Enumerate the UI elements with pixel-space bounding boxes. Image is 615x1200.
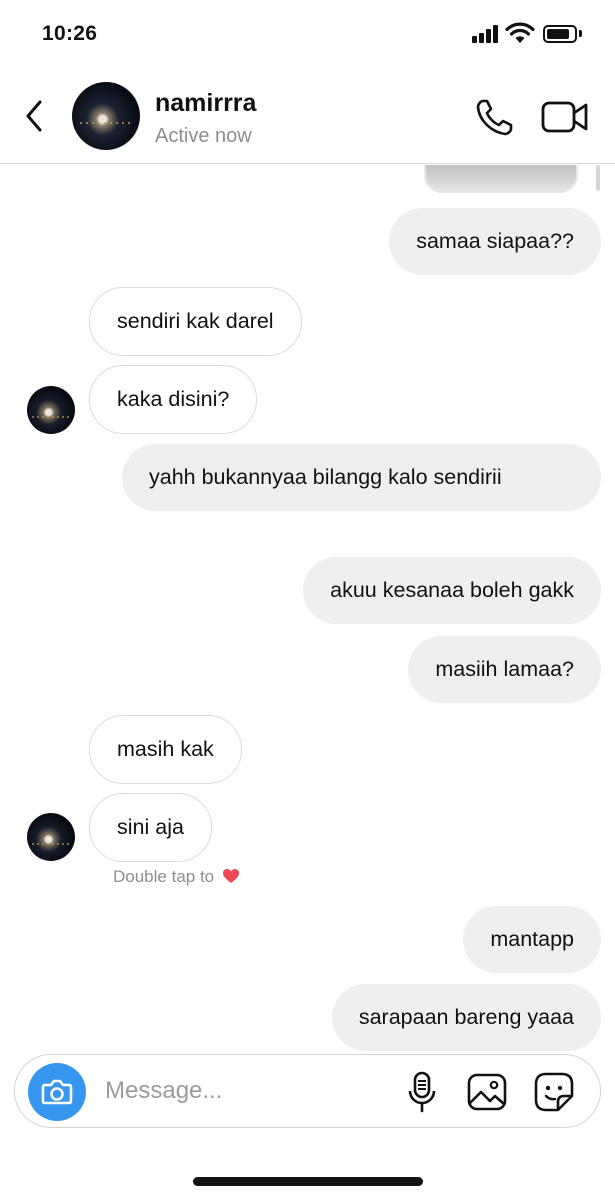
status-time: 10:26	[42, 22, 98, 45]
profile-avatar[interactable]	[72, 82, 140, 150]
phone-icon[interactable]	[474, 96, 516, 138]
message-thread[interactable]: samaa siapaa?? sendiri kak darel kaka di…	[0, 165, 615, 1055]
message-bubble-incoming[interactable]: masih kak	[89, 715, 242, 784]
message-bubble-incoming[interactable]: sendiri kak darel	[89, 287, 302, 356]
message-bubble-outgoing[interactable]: mantapp	[463, 906, 601, 973]
sender-avatar[interactable]	[27, 386, 75, 434]
microphone-icon[interactable]	[405, 1070, 439, 1114]
home-indicator[interactable]	[193, 1177, 423, 1186]
chat-header: namirrra Active now	[0, 72, 615, 164]
message-bubble-outgoing[interactable]: masiih lamaa?	[408, 636, 601, 703]
camera-button[interactable]	[28, 1063, 86, 1121]
sender-avatar[interactable]	[27, 813, 75, 861]
wifi-icon	[505, 22, 535, 43]
sticker-icon[interactable]	[533, 1071, 575, 1113]
video-camera-icon[interactable]	[540, 98, 590, 136]
double-tap-hint: Double tap to	[113, 867, 240, 887]
battery-tip	[579, 30, 582, 37]
double-tap-text: Double tap to	[113, 867, 215, 886]
message-bubble-incoming[interactable]: kaka disini?	[89, 365, 258, 434]
message-bubble-outgoing[interactable]: yahh bukannyaa bilangg kalo sendirii	[122, 444, 601, 511]
chat-username[interactable]: namirrra	[155, 89, 256, 118]
message-bubble-outgoing[interactable]: akuu kesanaa boleh gakk	[303, 557, 601, 624]
camera-icon	[41, 1079, 73, 1105]
cellular-signal-icon	[472, 25, 500, 43]
active-status: Active now	[155, 125, 252, 147]
gallery-icon[interactable]	[466, 1072, 508, 1112]
message-bubble-outgoing[interactable]: sarapaan bareng yaaa	[331, 984, 601, 1051]
message-bubble-incoming[interactable]: sini aja	[89, 793, 212, 862]
shared-media-thumbnail[interactable]	[424, 165, 578, 193]
red-heart-icon	[222, 869, 239, 883]
message-input[interactable]	[105, 1069, 385, 1113]
scroll-indicator[interactable]	[596, 165, 600, 191]
back-chevron-icon[interactable]	[20, 96, 52, 136]
battery-icon	[543, 25, 577, 43]
message-bubble-outgoing[interactable]: samaa siapaa??	[389, 208, 601, 275]
message-composer	[14, 1054, 601, 1128]
